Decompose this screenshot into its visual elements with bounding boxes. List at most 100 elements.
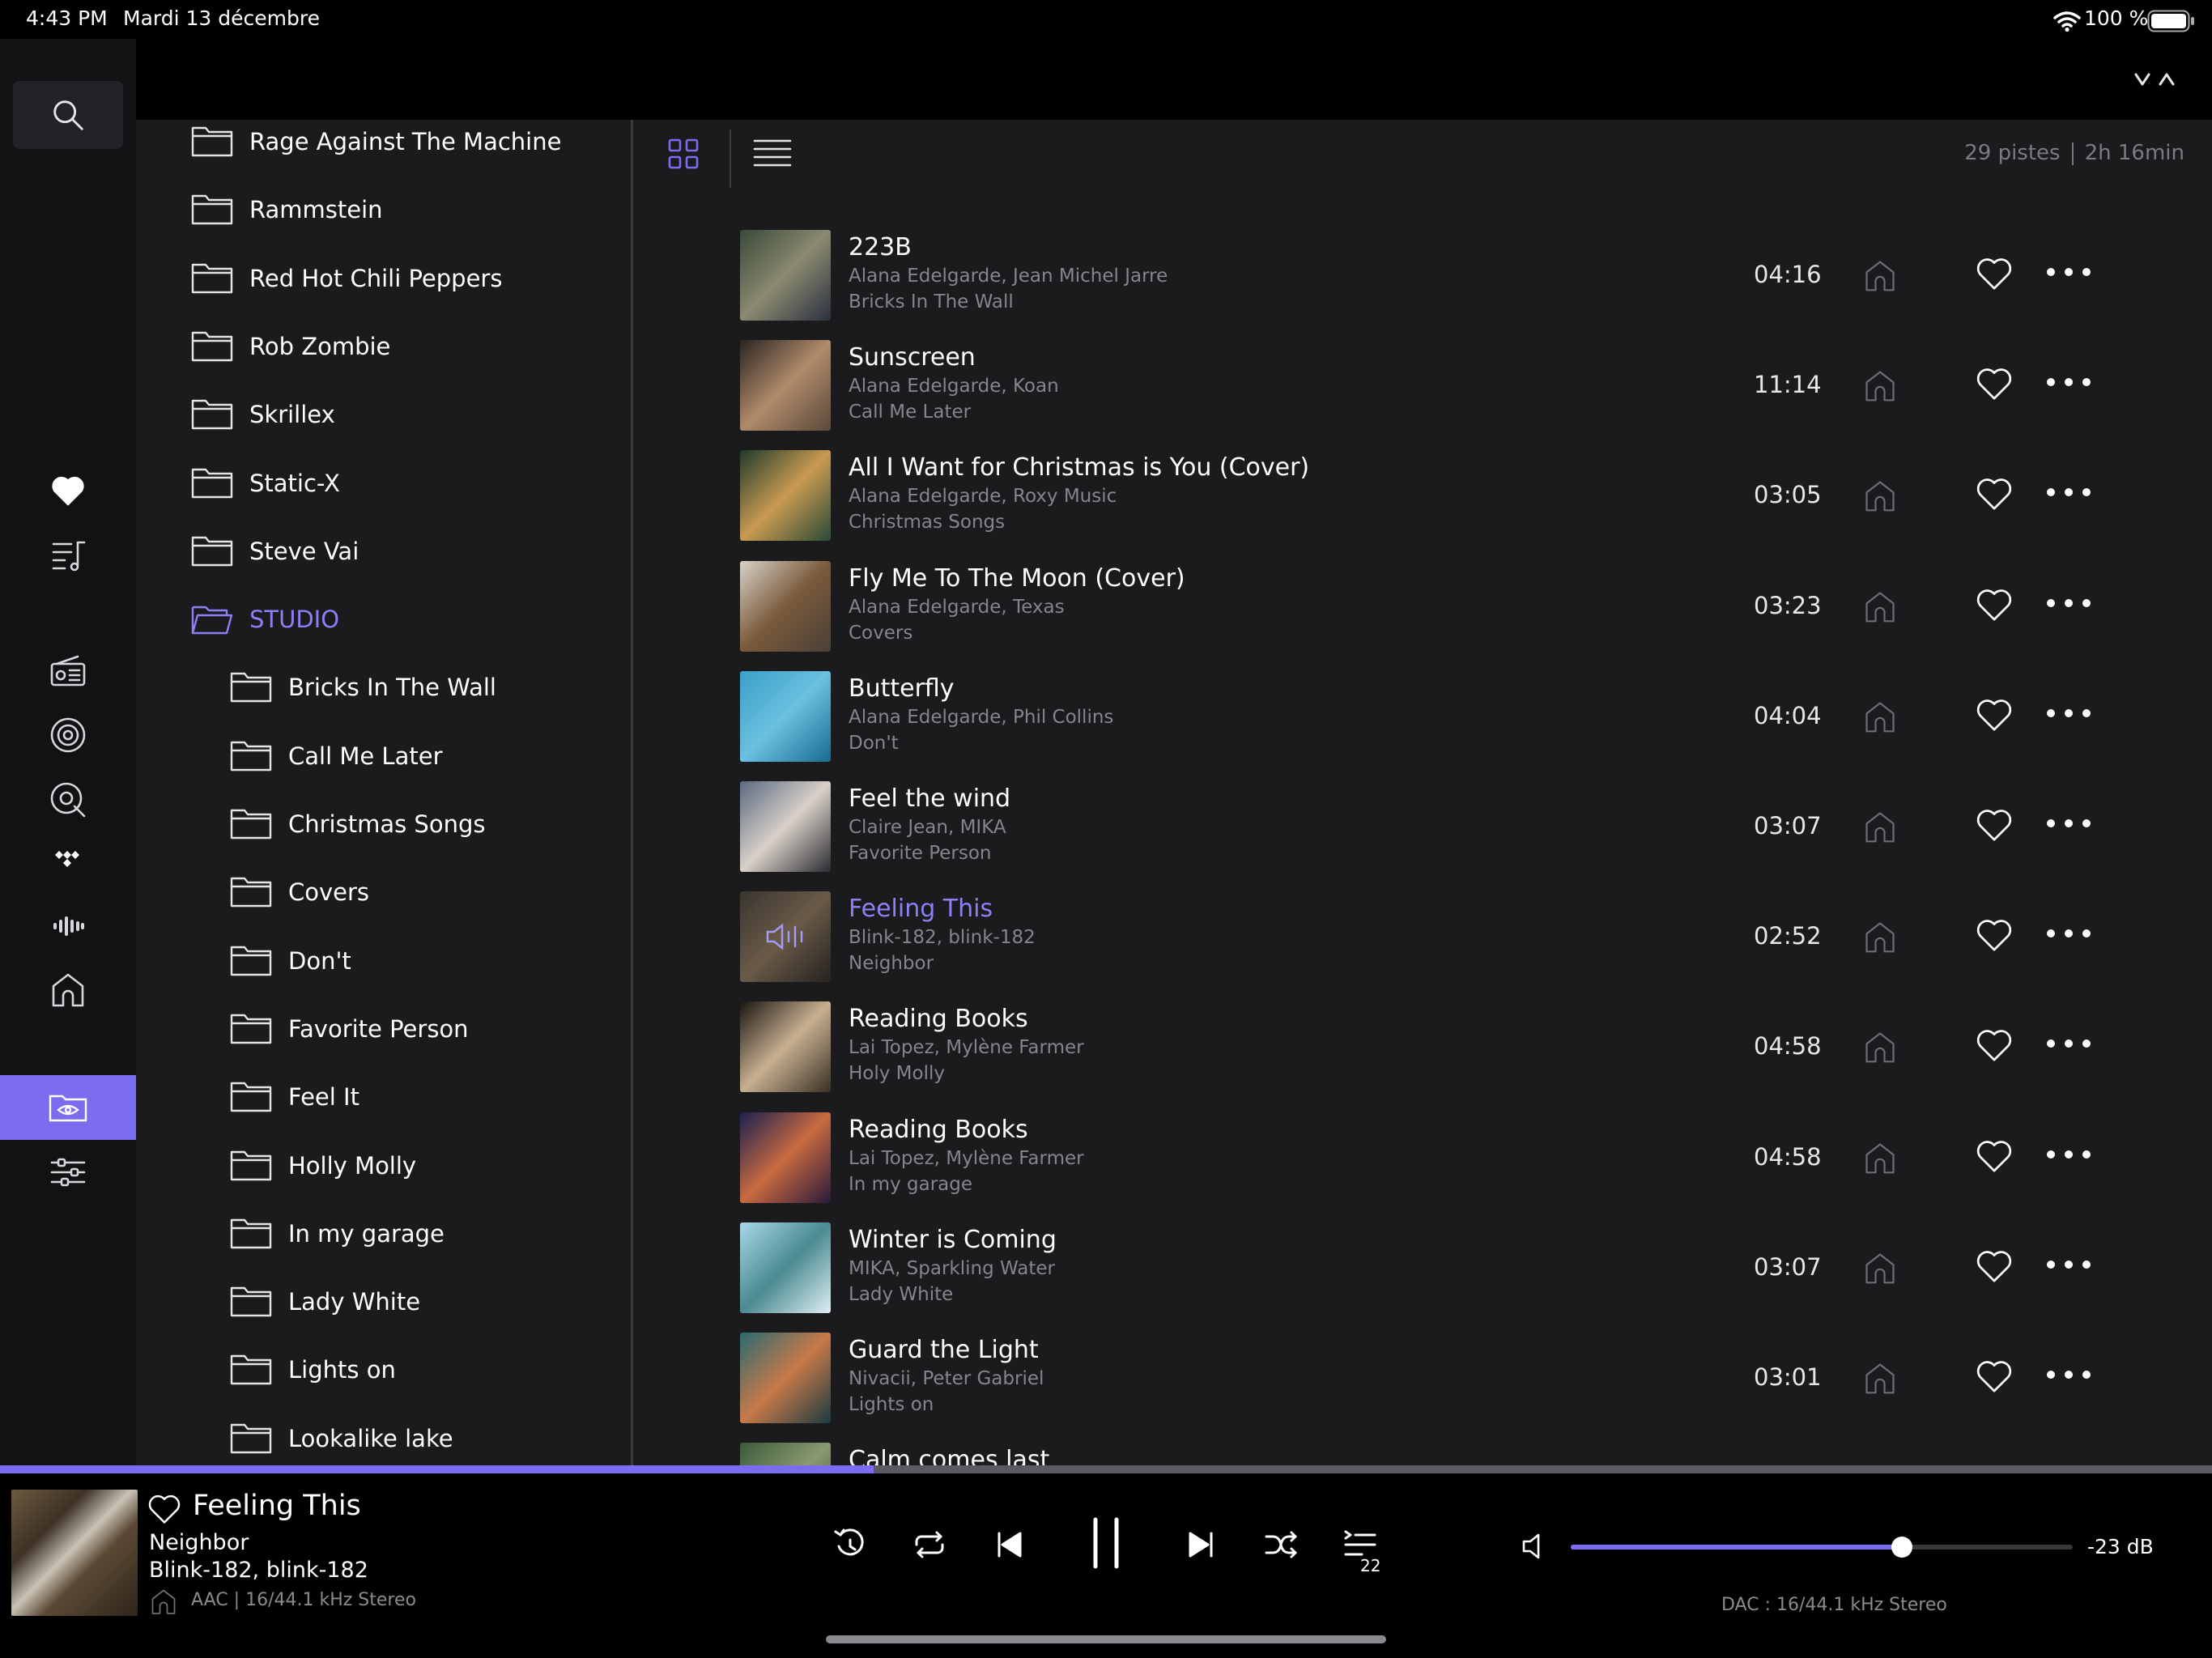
folder-item[interactable]: Lookalike lake	[230, 1414, 453, 1463]
track-row[interactable]: Feel the wind Claire Jean, MIKA Favorite P…	[738, 781, 2196, 891]
source-home-icon	[1862, 1029, 1898, 1065]
search-button[interactable]	[13, 81, 123, 149]
track-row[interactable]: All I Want for Christmas is You (Cover) A…	[738, 450, 2196, 560]
track-row[interactable]: Reading Books Lai Topez, Mylène Farmer Hol…	[738, 1001, 2196, 1112]
status-date: Mardi 13 décembre	[123, 6, 320, 30]
folder-item[interactable]: Red Hot Chili Peppers	[191, 254, 502, 303]
next-button[interactable]	[1179, 1522, 1224, 1567]
track-more-button[interactable]	[2047, 593, 2091, 613]
track-more-button[interactable]	[2047, 704, 2091, 723]
track-row[interactable]: Butterfly Alana Edelgarde, Phil Collins Do…	[738, 670, 2196, 781]
more-dot	[2047, 1039, 2055, 1048]
track-artwork	[740, 560, 831, 652]
folder-item[interactable]: Static-X	[191, 459, 340, 508]
folder-item[interactable]: Rage Against The Machine	[191, 120, 561, 166]
track-row[interactable]: 223B Alana Edelgarde, Jean Michel Jarre Br…	[738, 230, 2196, 340]
folder-item[interactable]: Steve Vai	[191, 527, 359, 576]
folder-item[interactable]: Rob Zombie	[191, 322, 390, 371]
track-favorite-button[interactable]	[1976, 697, 2013, 733]
source-home-icon	[1862, 1140, 1898, 1175]
track-favorite-button[interactable]	[1976, 1138, 2013, 1174]
track-row[interactable]: Reading Books Lai Topez, Mylène Farmer In …	[738, 1112, 2196, 1222]
playback-progress-bar[interactable]	[0, 1465, 2212, 1473]
more-dot	[2082, 268, 2091, 276]
folder-item[interactable]: Call Me Later	[230, 732, 443, 780]
track-favorite-button[interactable]	[1976, 1358, 2013, 1394]
sidebar-item-deezer[interactable]	[36, 902, 100, 950]
track-favorite-button[interactable]	[1976, 1248, 2013, 1284]
folder-item[interactable]: Lady White	[230, 1278, 420, 1326]
previous-button[interactable]	[986, 1522, 1032, 1567]
waveform-icon	[53, 916, 84, 936]
track-row[interactable]: Fly Me To The Moon (Cover) Alana Edelgard…	[738, 560, 2196, 671]
now-playing-artwork[interactable]	[11, 1490, 138, 1616]
track-favorite-button[interactable]	[1976, 807, 2013, 843]
folder-item[interactable]: STUDIO	[191, 595, 339, 644]
folder-icon	[230, 670, 288, 704]
track-favorite-button[interactable]	[1976, 587, 2013, 623]
track-row[interactable]: Feeling This Blink-182, blink-182 Neighbor…	[738, 891, 2196, 1001]
sidebar-item-favorites[interactable]	[36, 466, 100, 515]
mute-button[interactable]	[1519, 1530, 1551, 1562]
folder-item[interactable]: Feel It	[230, 1073, 359, 1121]
replay-button[interactable]	[827, 1522, 873, 1567]
sidebar-item-folders[interactable]	[0, 1075, 136, 1140]
folder-item[interactable]: Skrillex	[191, 390, 335, 439]
track-more-button[interactable]	[2047, 1145, 2091, 1164]
folder-item[interactable]: Rammstein	[191, 185, 383, 234]
sidebar-item-streaming-1[interactable]	[36, 711, 100, 759]
track-favorite-button[interactable]	[1976, 917, 2013, 953]
track-row[interactable]: Calm comes last	[738, 1443, 2196, 1465]
sidebar-item-streaming-2[interactable]	[36, 776, 100, 824]
track-more-button[interactable]	[2047, 1034, 2091, 1053]
folder-item[interactable]: Christmas Songs	[230, 800, 485, 848]
sidebar-item-home[interactable]	[36, 965, 100, 1014]
track-favorite-button[interactable]	[1976, 256, 2013, 291]
source-home-icon	[1862, 257, 1898, 293]
folder-icon	[191, 125, 249, 159]
folder-item[interactable]: Lights on	[230, 1346, 396, 1394]
collapse-expand-button[interactable]	[2131, 63, 2180, 96]
grid-icon	[668, 138, 699, 169]
folder-item[interactable]: In my garage	[230, 1209, 445, 1258]
track-artists: Blink-182, blink-182	[849, 927, 1036, 949]
playlist-icon	[52, 541, 86, 572]
folder-item[interactable]: Favorite Person	[230, 1005, 469, 1053]
grid-view-button[interactable]	[667, 138, 708, 178]
folder-label: Call Me Later	[288, 742, 443, 770]
track-more-button[interactable]	[2047, 1255, 2091, 1274]
more-dot	[2082, 378, 2091, 387]
track-row[interactable]: Sunscreen Alana Edelgarde, Koan Call Me La…	[738, 340, 2196, 450]
list-view-button[interactable]	[753, 138, 802, 178]
now-playing-title: Feeling This	[193, 1490, 361, 1522]
sidebar-item-tidal[interactable]	[36, 837, 100, 886]
track-more-button[interactable]	[2047, 483, 2091, 502]
track-more-button[interactable]	[2047, 262, 2091, 282]
track-favorite-button[interactable]	[1976, 476, 2013, 512]
shuffle-button[interactable]	[1258, 1522, 1304, 1567]
track-more-button[interactable]	[2047, 924, 2091, 943]
track-row[interactable]: Winter is Coming MIKA, Sparkling Water Lad…	[738, 1222, 2196, 1333]
track-more-button[interactable]	[2047, 814, 2091, 833]
folder-item[interactable]: Holly Molly	[230, 1141, 416, 1190]
sidebar-item-radio[interactable]	[36, 648, 100, 696]
folder-item[interactable]: Don't	[230, 937, 351, 985]
sidebar-item-playlists[interactable]	[36, 531, 100, 580]
folder-item[interactable]: Covers	[230, 868, 369, 916]
volume-slider[interactable]	[1571, 1537, 2073, 1558]
folder-item[interactable]: Bricks In The Wall	[230, 663, 496, 712]
track-artwork	[740, 450, 831, 542]
track-favorite-button[interactable]	[1976, 1027, 2013, 1063]
pause-button[interactable]	[1082, 1512, 1130, 1574]
repeat-button[interactable]	[907, 1522, 952, 1567]
track-more-button[interactable]	[2047, 372, 2091, 392]
more-dot	[2082, 488, 2091, 497]
more-dot	[2065, 1150, 2073, 1158]
track-favorite-button[interactable]	[1976, 366, 2013, 402]
track-row[interactable]: Guard the Light Nivacii, Peter Gabriel Lig…	[738, 1333, 2196, 1443]
track-more-button[interactable]	[2047, 1365, 2091, 1384]
volume-slider-handle[interactable]	[1891, 1537, 1913, 1558]
now-playing-favorite-button[interactable]	[147, 1493, 181, 1525]
folder-label: Red Hot Chili Peppers	[249, 264, 503, 292]
sidebar-item-settings[interactable]	[36, 1148, 100, 1197]
